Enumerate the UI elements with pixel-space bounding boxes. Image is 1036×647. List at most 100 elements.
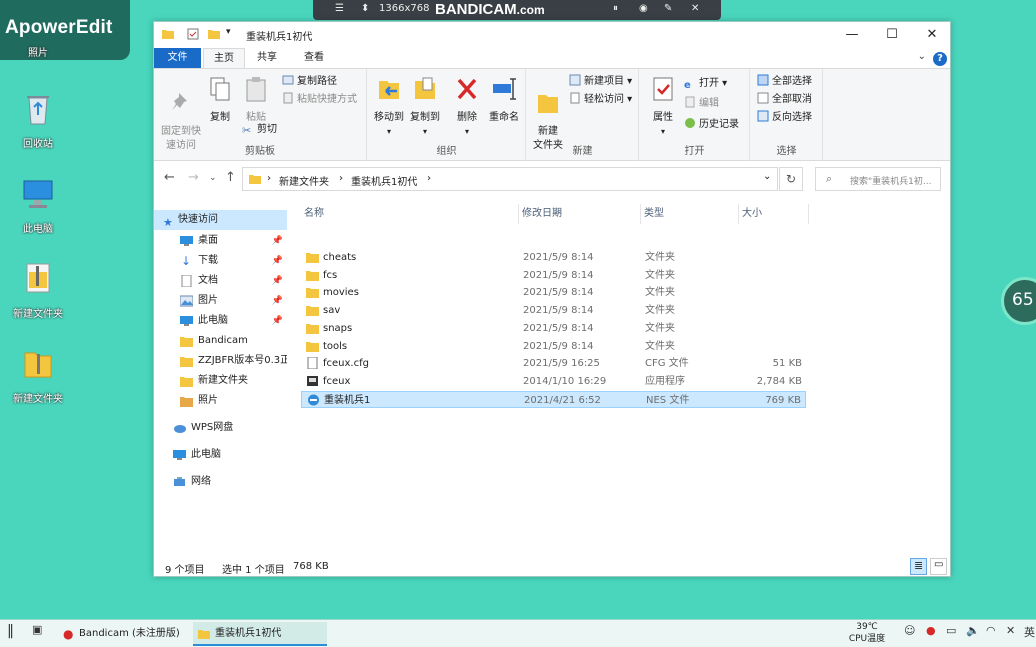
select-none-button[interactable]: 全部取消 [757, 91, 812, 109]
breadcrumb-separator-icon[interactable]: › [339, 173, 343, 184]
nav-item-zzjbfr[interactable]: ZZJBFR版本号0.3正 [154, 351, 287, 371]
desktop-icon-zip-folder-2[interactable]: 新建文件夹 [3, 345, 73, 405]
properties-icon[interactable] [187, 28, 199, 40]
file-row[interactable]: tools 2021/5/9 8:14 文件夹 [301, 338, 806, 355]
nav-item-photos[interactable]: 照片 [154, 391, 287, 411]
nav-item-documents[interactable]: 文档 📌 [154, 271, 287, 291]
delete-button[interactable]: 删除 ▾ [452, 75, 482, 139]
wifi-icon[interactable]: ◠ [986, 624, 996, 637]
help-icon[interactable]: ? [933, 52, 947, 66]
widget-icon[interactable]: ▣ [32, 623, 42, 636]
close-button[interactable]: ✕ [912, 22, 952, 47]
record-icon[interactable]: ● [926, 624, 936, 637]
properties-button[interactable]: 属性 ▾ [648, 75, 678, 139]
chevron-down-icon[interactable]: ⌄ [918, 51, 926, 62]
tab-file[interactable]: 文件 [154, 48, 201, 68]
file-row[interactable]: fcs 2021/5/9 8:14 文件夹 [301, 267, 806, 284]
pin-icon[interactable]: 📌 [272, 231, 283, 251]
select-all-button[interactable]: 全部选择 [757, 73, 812, 91]
file-name: tools [323, 340, 348, 352]
volume-icon[interactable]: 🔈 [966, 624, 980, 637]
nav-item-desktop[interactable]: 桌面 📌 [154, 231, 287, 251]
nav-item-pictures[interactable]: 图片 📌 [154, 291, 287, 311]
camera-icon[interactable]: ◉ [639, 3, 648, 14]
nav-network[interactable]: 网络 [154, 472, 287, 492]
back-arrow-icon[interactable]: ← [164, 170, 175, 185]
column-header-type[interactable]: 类型 [641, 204, 739, 224]
copy-button[interactable]: 复制 [206, 75, 234, 125]
breadcrumb-separator-icon[interactable]: › [427, 173, 431, 184]
ime-indicator[interactable]: 英 [1024, 624, 1035, 640]
pin-icon[interactable]: 📌 [272, 291, 283, 311]
pin-icon[interactable]: 📌 [272, 271, 283, 291]
address-dropdown-icon[interactable]: ⌄ [763, 171, 771, 182]
mute-icon[interactable]: ✕ [1006, 624, 1015, 637]
nav-item-new-folder[interactable]: 新建文件夹 [154, 371, 287, 391]
menu-icon[interactable]: ☰ [335, 3, 344, 14]
maximize-button[interactable]: ☐ [872, 22, 912, 47]
paste-shortcut-button[interactable]: 粘贴快捷方式 [282, 91, 357, 109]
nav-item-downloads[interactable]: ↓ 下载 📌 [154, 251, 287, 271]
desktop-icon-zip-folder-1[interactable]: 新建文件夹 [3, 260, 73, 320]
paste-button[interactable]: 粘贴 [242, 75, 270, 125]
cut-button[interactable]: ✂ 剪切 [242, 121, 277, 139]
pin-icon[interactable]: 📌 [272, 251, 283, 271]
move-to-button[interactable]: 移动到 ▾ [372, 75, 406, 139]
breadcrumb-separator-icon[interactable]: › [267, 173, 271, 184]
file-row[interactable]: sav 2021/5/9 8:14 文件夹 [301, 302, 806, 319]
new-folder-icon[interactable] [208, 28, 220, 40]
column-header-size[interactable]: 大小 [739, 204, 809, 224]
desktop-icon-photos[interactable]: 照片 [3, 40, 73, 59]
column-header-modified[interactable]: 修改日期 [519, 204, 641, 224]
nav-wps-cloud[interactable]: WPS网盘 [154, 418, 287, 438]
tab-view[interactable]: 查看 [294, 48, 334, 68]
address-bar[interactable]: › 新建文件夹 › 重装机兵1初代 › ⌄ [242, 167, 778, 191]
file-row[interactable]: fceux 2014/1/10 16:29 应用程序 2,784 KB [301, 373, 806, 390]
pin-icon[interactable]: ⬍ [361, 3, 369, 14]
pin-icon[interactable]: 📌 [272, 311, 283, 331]
breadcrumb-current-folder[interactable]: 重装机兵1初代 [351, 173, 417, 188]
invert-selection-button[interactable]: 反向选择 [757, 109, 812, 127]
up-arrow-icon[interactable]: ↑ [225, 170, 236, 185]
recent-locations-chevron-icon[interactable]: ⌄ [209, 173, 217, 183]
task-view-icon[interactable]: ‖ [7, 623, 14, 639]
easy-access-button[interactable]: 轻松访问 ▾ [569, 91, 632, 109]
close-icon[interactable]: ✕ [691, 3, 699, 14]
new-item-button[interactable]: 新建项目 ▾ [569, 73, 632, 91]
forward-arrow-icon[interactable]: → [188, 170, 199, 185]
nav-quick-access[interactable]: ★ 快速访问 [154, 210, 287, 230]
rename-button[interactable]: 重命名 [486, 75, 522, 125]
refresh-button[interactable]: ↻ [779, 167, 803, 191]
search-input[interactable]: ⌕ 搜索"重装机兵1初... [815, 167, 941, 191]
user-icon[interactable]: ☺ [904, 624, 915, 637]
file-row[interactable]: snaps 2021/5/9 8:14 文件夹 [301, 320, 806, 337]
pause-icon[interactable]: ⏸ [613, 3, 618, 14]
nav-item-bandicam[interactable]: Bandicam [154, 331, 287, 351]
copy-to-button[interactable]: 复制到 ▾ [408, 75, 442, 139]
minimize-button[interactable]: — [832, 22, 872, 47]
file-row[interactable]: cheats 2021/5/9 8:14 文件夹 [301, 249, 806, 266]
tab-home[interactable]: 主页 [203, 48, 245, 68]
nav-this-pc[interactable]: 此电脑 [154, 445, 287, 465]
battery-icon[interactable]: ▭ [946, 624, 956, 637]
file-row[interactable]: 重装机兵1 2021/4/21 6:52 NES 文件 769 KB [301, 390, 806, 408]
edit-button[interactable]: 编辑 [684, 95, 719, 113]
taskbar-item-bandicam[interactable]: ● Bandicam (未注册版) [57, 622, 188, 646]
taskbar-item-explorer[interactable]: 重装机兵1初代 [193, 622, 327, 646]
details-view-button[interactable]: ≣ [910, 558, 927, 575]
copy-path-button[interactable]: 复制路径 [282, 73, 337, 91]
desktop-icon-this-pc[interactable]: 此电脑 [3, 175, 73, 235]
large-icons-view-button[interactable]: ▭ [930, 558, 947, 575]
tab-share[interactable]: 共享 [247, 48, 287, 68]
breadcrumb-new-folder[interactable]: 新建文件夹 [279, 173, 329, 188]
file-row[interactable]: movies 2021/5/9 8:14 文件夹 [301, 284, 806, 301]
nav-item-this-pc-pinned[interactable]: 此电脑 📌 [154, 311, 287, 331]
floating-widget-badge[interactable]: 65 [1001, 277, 1036, 325]
desktop-icon-recycle-bin[interactable]: 回收站 [3, 90, 73, 150]
file-row[interactable]: fceux.cfg 2021/5/9 16:25 CFG 文件 51 KB [301, 355, 806, 372]
pen-icon[interactable]: ✎ [664, 3, 672, 14]
column-header-name[interactable]: 名称 ︿ [301, 204, 562, 224]
history-button[interactable]: 历史记录 [684, 116, 739, 134]
quick-access-dropdown-icon[interactable]: ▾ [226, 27, 231, 37]
open-button[interactable]: e 打开 ▾ [684, 75, 727, 93]
